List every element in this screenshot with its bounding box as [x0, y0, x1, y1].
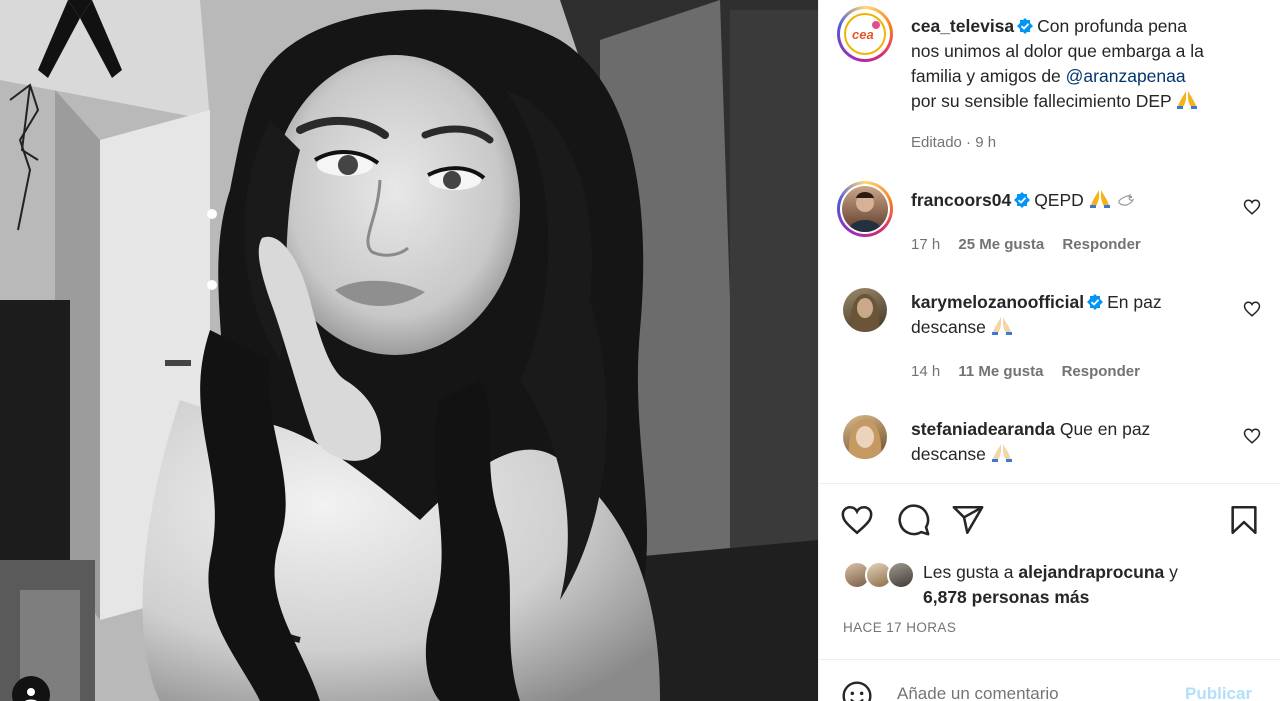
comment-2: karymelozanoofficial En paz descanse [911, 290, 1231, 340]
verified-badge-icon [1014, 192, 1031, 208]
comment-2-time: 14 h [911, 363, 941, 380]
bookmark-icon[interactable] [1227, 503, 1261, 537]
caption-line-1: Con profunda pena [1037, 16, 1187, 36]
comment-1-like-heart-icon[interactable] [1243, 198, 1261, 216]
post-side-panel: cea cea_televisa Con profunda pena nos un… [818, 0, 1280, 701]
comment-1-username[interactable]: francoors04 [911, 190, 1011, 210]
likes-count-link[interactable]: 6,878 personas más [923, 587, 1089, 607]
publish-button[interactable]: Publicar [1185, 684, 1252, 701]
first-liker-link[interactable]: alejandraprocuna [1018, 562, 1164, 582]
comment-3-text-line-1: Que en paz [1059, 419, 1151, 439]
comment-3-username[interactable]: stefaniadearanda [911, 419, 1055, 439]
paper-plane-icon[interactable] [951, 503, 985, 537]
avatar-photo [848, 419, 882, 459]
caption-mention-link[interactable]: @aranzapenaa [1066, 66, 1186, 86]
post-time-ago[interactable]: HACE 17 HORAS [843, 620, 956, 635]
verified-badge-icon [1087, 294, 1104, 310]
caption-line-2: nos unimos al dolor que embarga a la [911, 41, 1204, 61]
caption-line-3: familia y amigos de [911, 66, 1061, 86]
likes-summary: Les gusta a alejandraprocuna y 6,878 per… [923, 560, 1263, 610]
comment-1-likes[interactable]: 25 Me gusta [958, 236, 1044, 253]
comment-1-text: QEPD [1034, 190, 1084, 210]
svg-text:cea: cea [852, 27, 874, 42]
caption-line-4: por su sensible fallecimiento DEP [911, 91, 1172, 111]
author-username[interactable]: cea_televisa [911, 16, 1014, 36]
comment-1-avatar[interactable] [837, 181, 893, 237]
dove-icon [1117, 193, 1134, 206]
comment-input[interactable] [897, 684, 1157, 701]
comment-1-reply-button[interactable]: Responder [1062, 236, 1140, 253]
author-avatar[interactable]: cea [837, 6, 893, 62]
comment-2-text-line-1: En paz [1107, 292, 1162, 312]
comment-1-meta: 17 h 25 Me gusta Responder [911, 236, 1155, 253]
folded-hands-icon [991, 317, 1012, 335]
actions-divider [819, 483, 1280, 484]
heart-icon[interactable] [840, 503, 874, 537]
liker-avatar [887, 561, 915, 589]
cea-logo-icon: cea [844, 13, 886, 55]
comment-2-text-line-2: descanse [911, 317, 986, 337]
comment-2-username[interactable]: karymelozanoofficial [911, 292, 1084, 312]
avatar-photo [848, 192, 882, 232]
folded-hands-icon [1177, 91, 1198, 109]
comment-3-text-line-2: descanse [911, 444, 986, 464]
comment-2-likes[interactable]: 11 Me gusta [958, 363, 1043, 380]
comment-1: francoors04 QEPD [911, 188, 1231, 213]
comment-3-like-heart-icon[interactable] [1243, 427, 1261, 445]
user-icon [25, 688, 37, 701]
likes-prefix: Les gusta a [923, 562, 1014, 582]
comment-2-avatar[interactable] [843, 288, 887, 332]
caption-edited-meta: Editado · 9 h [911, 134, 997, 151]
post-caption: cea_televisa Con profunda pena nos unimos… [911, 14, 1251, 114]
comment-icon[interactable] [897, 503, 931, 537]
comment-3-avatar[interactable] [843, 415, 887, 459]
verified-badge-icon [1017, 18, 1034, 34]
comment-2-meta: 14 h 11 Me gusta Responder [911, 363, 1154, 380]
likes-conjunction: y [1169, 562, 1178, 582]
folded-hands-icon [991, 444, 1012, 462]
comment-2-reply-button[interactable]: Responder [1062, 363, 1140, 380]
emoji-smiley-icon[interactable] [841, 680, 873, 701]
post-photo[interactable] [0, 0, 818, 701]
comment-box-divider [819, 659, 1280, 660]
comment-1-time: 17 h [911, 236, 941, 253]
avatar-photo [850, 294, 880, 332]
photo-scene [0, 0, 818, 701]
mourning-ribbon-icon [38, 0, 122, 78]
folded-hands-icon [1089, 190, 1110, 208]
comment-2-like-heart-icon[interactable] [1243, 300, 1261, 318]
likers-avatars[interactable] [843, 561, 917, 589]
comment-3: stefaniadearanda Que en paz descanse [911, 417, 1231, 467]
